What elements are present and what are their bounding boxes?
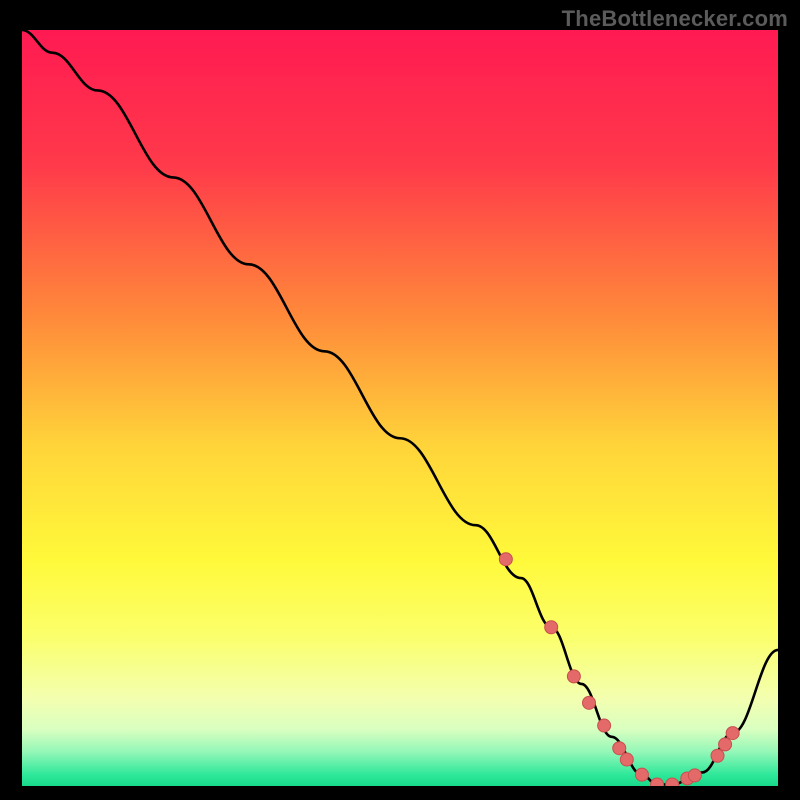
data-marker <box>598 719 611 732</box>
data-marker <box>545 621 558 634</box>
data-marker <box>711 749 724 762</box>
gradient-background <box>22 30 778 786</box>
data-marker <box>635 768 648 781</box>
data-marker <box>666 778 679 786</box>
data-marker <box>719 738 732 751</box>
chart-frame: TheBottlenecker.com <box>0 0 800 800</box>
data-marker <box>688 769 701 782</box>
data-marker <box>583 696 596 709</box>
data-marker <box>726 727 739 740</box>
data-marker <box>613 742 626 755</box>
data-marker <box>499 553 512 566</box>
data-marker <box>620 753 633 766</box>
chart-svg <box>22 30 778 786</box>
watermark-text: TheBottlenecker.com <box>562 6 788 32</box>
bottleneck-chart <box>22 30 778 786</box>
data-marker <box>567 670 580 683</box>
data-marker <box>651 778 664 786</box>
